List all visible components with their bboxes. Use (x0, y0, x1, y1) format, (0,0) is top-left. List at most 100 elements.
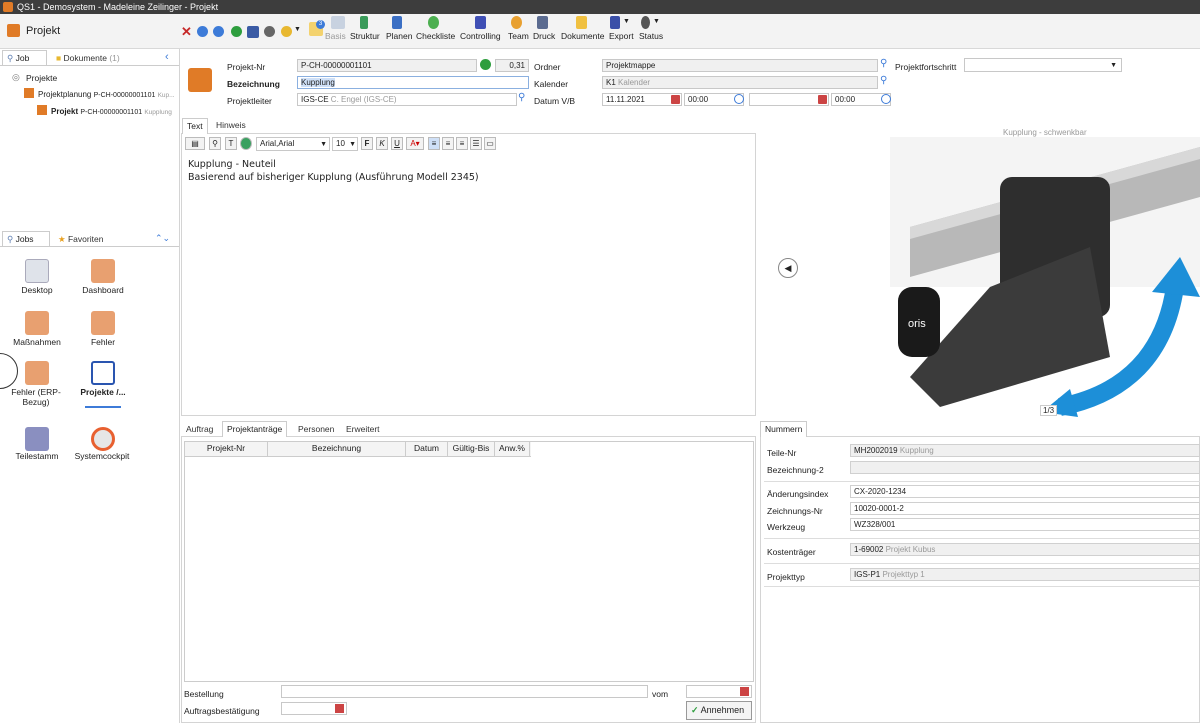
bestellung-field[interactable] (281, 685, 648, 698)
forward-icon[interactable] (213, 26, 224, 37)
tab-projektantraege[interactable]: Projektanträge (222, 421, 288, 437)
fehler-icon[interactable] (91, 311, 115, 335)
systemcockpit-icon[interactable] (91, 427, 115, 451)
back-icon[interactable] (197, 26, 208, 37)
underline-icon[interactable]: U (391, 137, 403, 150)
tab-personen[interactable]: Personen (294, 422, 338, 438)
tab-text[interactable]: Text (182, 118, 208, 134)
progress-field[interactable]: 0,31 (495, 59, 529, 72)
previous-image-button[interactable]: ◀ (778, 258, 798, 278)
text-editor[interactable]: Kupplung - Neuteil Basierend auf bisheri… (188, 158, 479, 184)
col-gueltig-bis[interactable]: Gültig-Bis (448, 442, 495, 456)
col-projekt-nr[interactable]: Projekt-Nr (185, 442, 268, 456)
selected-indicator (85, 406, 121, 408)
basis-button[interactable]: Basis (325, 16, 346, 41)
fehler-erp-icon[interactable] (25, 361, 49, 385)
search-icon[interactable]: ⚲ (518, 92, 525, 103)
col-bezeichnung[interactable]: Bezeichnung (268, 442, 406, 456)
projekttyp-field[interactable]: IGS-P1 Projekttyp 1 (850, 568, 1200, 581)
clock-bis-icon[interactable] (881, 94, 891, 104)
job-projekte[interactable]: Projekte /... (68, 387, 138, 397)
undo-icon[interactable] (281, 26, 292, 37)
tab-auftrag[interactable]: Auftrag (182, 422, 217, 438)
tab-nummern[interactable]: Nummern (760, 421, 808, 437)
chevrons-icon[interactable]: ⌃⌄ (155, 233, 170, 244)
status-button[interactable]: Status ▼ (639, 16, 663, 41)
vom-calendar-icon[interactable] (740, 687, 749, 696)
col-datum[interactable]: Datum (406, 442, 448, 456)
job-teilestamm[interactable]: Teilestamm (2, 451, 72, 461)
align-right-icon[interactable]: ≡ (456, 137, 468, 150)
col-anw[interactable]: Anw.% (495, 442, 530, 456)
save-icon[interactable] (247, 26, 259, 38)
align-left-icon[interactable]: ≡ (428, 137, 440, 150)
kostentraeger-field[interactable]: 1-69002 Projekt Kubus (850, 543, 1200, 556)
teile-nr-label: Teile-Nr (767, 448, 797, 458)
bezeichnung-field[interactable]: Kupplung (297, 76, 529, 89)
job-dashboard[interactable]: Dashboard (68, 285, 138, 295)
collapse-left-icon[interactable]: ‹ (165, 51, 169, 63)
fortschritt-select[interactable]: ▼ (964, 58, 1122, 72)
globe-icon[interactable] (240, 137, 252, 150)
ordner-field[interactable]: Projektmappe (602, 59, 878, 72)
calendar-icon[interactable] (671, 95, 680, 104)
bezeichnung2-field[interactable] (850, 461, 1200, 474)
job-desktop[interactable]: Desktop (2, 285, 72, 295)
tab-erweitert[interactable]: Erweitert (342, 422, 384, 438)
settings-icon[interactable] (264, 26, 275, 37)
projekte-icon[interactable] (91, 361, 115, 385)
refresh-icon[interactable] (231, 26, 242, 37)
kalender-search-icon[interactable]: ⚲ (880, 75, 887, 86)
job-fehler[interactable]: Fehler (68, 337, 138, 347)
projekt-nr-field[interactable]: P-CH-00000001101 (297, 59, 477, 72)
calendar-bis-icon[interactable] (818, 95, 827, 104)
druck-button[interactable]: Druck (533, 16, 555, 41)
dashboard-icon[interactable] (91, 259, 115, 283)
planen-button[interactable]: Planen (386, 16, 412, 41)
tree-item-projekt[interactable]: Projekt P-CH-00000001101 Kupplung (51, 107, 172, 116)
undo-dropdown-icon[interactable]: ▼ (294, 26, 301, 33)
datum-bis-field[interactable] (749, 93, 829, 106)
format-icon[interactable]: ▤ (185, 137, 205, 150)
tab-job[interactable]: ⚲ Job (2, 50, 47, 66)
tree-item-projektplanung[interactable]: Projektplanung P-CH-00000001101 Kup... (38, 90, 175, 99)
struktur-button[interactable]: Struktur (350, 16, 380, 41)
list-icon[interactable]: ☰ (470, 137, 482, 150)
tab-hinweis[interactable]: Hinweis (212, 118, 250, 134)
bold-icon[interactable]: F (361, 137, 373, 150)
font-select[interactable]: Arial,Arial ▼ (256, 137, 330, 151)
italic-icon[interactable]: K (376, 137, 388, 150)
team-button[interactable]: Team (508, 16, 529, 41)
dokumente-button[interactable]: Dokumente (561, 16, 604, 41)
clock-icon[interactable] (734, 94, 744, 104)
zeichnungs-nr-field[interactable]: 10020-0001-2 (850, 502, 1200, 515)
go-icon[interactable] (480, 59, 491, 70)
bestaetigung-calendar-icon[interactable] (335, 704, 344, 713)
align-center-icon[interactable]: ≡ (442, 137, 454, 150)
werkzeug-field[interactable]: WZ328/001 (850, 518, 1200, 531)
massnahmen-icon[interactable] (25, 311, 49, 335)
annehmen-button[interactable]: ✓ Annehmen (686, 701, 752, 720)
tree-root[interactable]: Projekte (26, 73, 57, 83)
delete-icon[interactable]: ✕ (181, 24, 192, 40)
controlling-button[interactable]: Controlling (460, 16, 501, 41)
datum-von-field[interactable]: 11.11.2021 (602, 93, 682, 106)
desktop-icon[interactable] (25, 259, 49, 283)
job-massnahmen[interactable]: Maßnahmen (2, 337, 72, 347)
link-icon[interactable]: ▭ (484, 137, 496, 150)
find-icon[interactable]: ⚲ (209, 137, 221, 150)
checkliste-button[interactable]: Checkliste (416, 16, 455, 41)
job-systemcockpit[interactable]: Systemcockpit (72, 451, 132, 461)
kalender-field[interactable]: K1 Kalender (602, 76, 878, 89)
aenderungsindex-field[interactable]: CX-2020-1234 (850, 485, 1200, 498)
tab-jobs[interactable]: ⚲ Jobs (2, 231, 50, 247)
export-button[interactable]: Export ▼ (609, 16, 634, 41)
size-select[interactable]: 10 ▼ (332, 137, 358, 151)
projektleiter-field[interactable]: IGS-CE C. Engel (IGS-CE) (297, 93, 517, 106)
font-color-icon[interactable]: A▾ (406, 137, 424, 150)
teile-nr-field[interactable]: MH2002019 Kupplung (850, 444, 1200, 457)
ordner-search-icon[interactable]: ⚲ (880, 58, 887, 69)
job-fehler-erp[interactable]: Fehler (ERP-Bezug) (6, 387, 66, 407)
teilestamm-icon[interactable] (25, 427, 49, 451)
clear-format-icon[interactable]: T (225, 137, 237, 150)
